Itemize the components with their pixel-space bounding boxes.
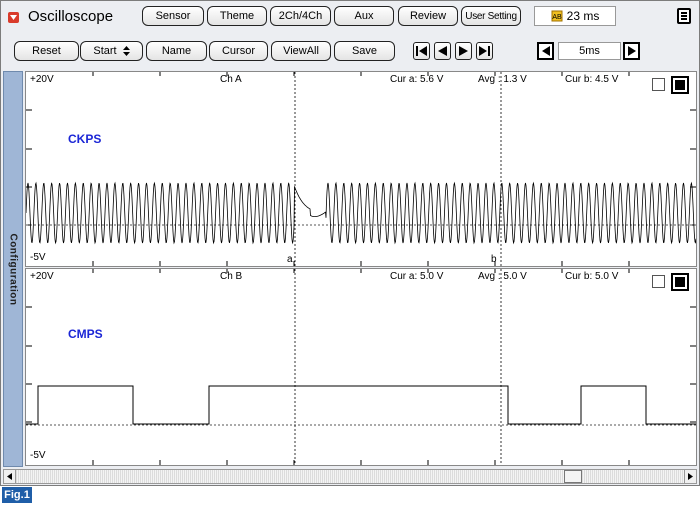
timer-icon: AB [551, 10, 563, 22]
aux-button[interactable]: Aux [334, 6, 394, 26]
stop-icon [675, 277, 685, 287]
ch-a-cursor-b-readout: Cur b: 4.5 V [565, 74, 619, 85]
configuration-label: Configuration [7, 232, 19, 306]
configuration-side-tab[interactable]: Configuration [3, 71, 23, 467]
skip-first-button[interactable] [413, 42, 430, 60]
ch-b-signal-name: CMPS [68, 327, 103, 341]
ch-a-name: Ch A [220, 74, 242, 85]
ch-b-cursor-b-readout: Cur b: 5.0 V [565, 271, 619, 282]
ch-b-average-readout: Avg : 5.0 V [478, 271, 527, 282]
triangle-right-icon [459, 46, 468, 56]
next-button[interactable] [455, 42, 472, 60]
channel-a-panel: +20V -5V Ch A Cur a: 5.6 V Avg : 1.3 V C… [25, 71, 697, 267]
oscilloscope-window: Oscilloscope Sensor Theme 2Ch/4Ch Aux Re… [0, 0, 700, 486]
horizontal-scrollbar[interactable] [3, 469, 697, 484]
scroll-right-button[interactable] [684, 470, 696, 483]
ch-b-cursor-a-readout: Cur a: 5.0 V [390, 271, 444, 282]
prev-button[interactable] [434, 42, 451, 60]
ch-a-top-scale: +20V [30, 74, 54, 85]
ch-a-stop-button[interactable] [671, 76, 689, 94]
time-div-decrease-button[interactable] [537, 42, 554, 60]
triangle-right-icon [688, 473, 693, 480]
triangle-right-icon [627, 46, 636, 56]
time-div-increase-button[interactable] [623, 42, 640, 60]
capture-time-display: AB 23 ms [534, 6, 616, 26]
cursor-button[interactable]: Cursor [209, 41, 268, 61]
triangle-left-icon [7, 473, 12, 480]
scroll-thumb[interactable] [563, 470, 582, 483]
ch-a-select-checkbox[interactable] [652, 78, 665, 91]
figure-label: Fig.1 [2, 487, 32, 503]
ch-b-top-scale: +20V [30, 271, 54, 282]
cursor-a-marker[interactable]: a [287, 254, 293, 265]
ch-a-bottom-scale: -5V [30, 252, 46, 263]
capture-time-value: 23 ms [566, 9, 600, 23]
triangle-left-icon [438, 46, 447, 56]
channel-b-panel: +20V -5V Ch B Cur a: 5.0 V Avg : 5.0 V C… [25, 268, 697, 466]
ch-b-stop-button[interactable] [671, 273, 689, 291]
ckps-trace [26, 181, 696, 245]
cursor-b-marker[interactable]: b [491, 254, 497, 265]
ch-a-average-readout: Avg : 1.3 V [478, 74, 527, 85]
review-button[interactable]: Review [398, 6, 458, 26]
view-all-button[interactable]: ViewAll [271, 41, 331, 61]
ch-b-name: Ch B [220, 271, 243, 282]
ch-a-cursor-a-readout: Cur a: 5.6 V [390, 74, 444, 85]
reset-button[interactable]: Reset [14, 41, 79, 61]
menu-icon[interactable] [677, 8, 691, 24]
ch-a-signal-name: CKPS [68, 132, 102, 146]
skip-forward-icon [479, 46, 490, 56]
close-icon[interactable] [8, 12, 19, 23]
user-setting-button[interactable]: User Setting [461, 6, 521, 26]
ch-b-bottom-scale: -5V [30, 450, 46, 461]
svg-text:AB: AB [552, 14, 562, 21]
time-div-display: 5ms [558, 42, 621, 60]
theme-button[interactable]: Theme [207, 6, 267, 26]
skip-back-icon [416, 46, 427, 56]
skip-last-button[interactable] [476, 42, 493, 60]
chevron-down-icon [10, 15, 17, 20]
cmps-trace [26, 385, 696, 425]
scroll-left-button[interactable] [4, 470, 16, 483]
start-label: Start [93, 45, 117, 57]
ch-b-select-checkbox[interactable] [652, 275, 665, 288]
channel-b-waveform [26, 269, 696, 465]
channel-a-waveform [26, 72, 696, 266]
ch-mode-button[interactable]: 2Ch/4Ch [270, 6, 331, 26]
stepper-icon [122, 46, 130, 56]
app-title: Oscilloscope [28, 8, 114, 25]
sensor-button[interactable]: Sensor [142, 6, 204, 26]
save-button[interactable]: Save [334, 41, 395, 61]
name-button[interactable]: Name [146, 41, 207, 61]
stop-icon [675, 80, 685, 90]
start-select[interactable]: Start [80, 41, 143, 61]
triangle-left-icon [541, 46, 550, 56]
